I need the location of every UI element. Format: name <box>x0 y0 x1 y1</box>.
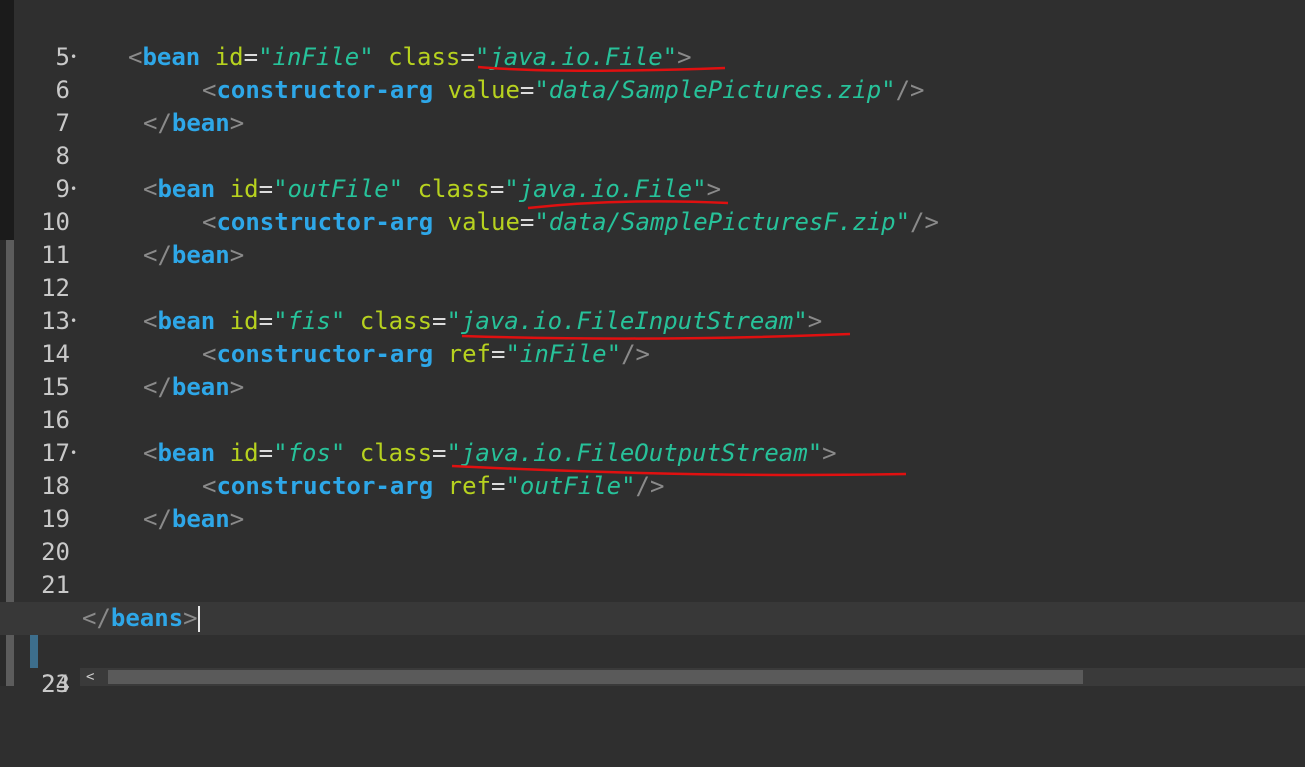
code-line: 7 <constructor-arg value="data/SamplePic… <box>0 74 1305 137</box>
code-text: </bean> <box>143 373 245 401</box>
code-text: <bean id="fis" class="java.io.FileInputS… <box>143 307 823 335</box>
code-line: 15 <constructor-arg ref="inFile"/> <box>0 338 1305 401</box>
code-text: </bean> <box>143 109 245 137</box>
horizontal-scrollbar[interactable]: < <box>80 668 1305 686</box>
fold-marker-icon[interactable]: • <box>70 41 80 74</box>
code-text: <constructor-arg value="data/SamplePictu… <box>202 76 925 104</box>
scrollbar-thumb[interactable] <box>108 670 1083 684</box>
code-line: 10 • <bean id="outFile" class="java.io.F… <box>0 173 1305 236</box>
code-line: 12 </bean> <box>0 239 1305 302</box>
fold-marker-icon[interactable]: • <box>70 173 80 206</box>
code-line: 22 <box>0 569 1305 632</box>
code-text: <constructor-arg ref="outFile"/> <box>202 472 665 500</box>
code-text: <constructor-arg ref="inFile"/> <box>202 340 650 368</box>
fold-marker-icon[interactable]: • <box>70 305 80 338</box>
code-line: 17 <box>0 404 1305 467</box>
code-line: 6 • <bean id="inFile" class="java.io.Fil… <box>0 41 1305 104</box>
code-line: 13 <box>0 272 1305 335</box>
code-line: 20 </bean> <box>0 503 1305 566</box>
code-line: 5 <box>0 8 1305 71</box>
code-line: 18 • <bean id="fos" class="java.io.FileO… <box>0 437 1305 500</box>
code-line: 11 <constructor-arg value="data/SamplePi… <box>0 206 1305 269</box>
code-line: 19 <constructor-arg ref="outFile"/> <box>0 470 1305 533</box>
code-line: 16 </bean> <box>0 371 1305 434</box>
line-number: 24 <box>41 670 70 698</box>
code-text: <bean id="outFile" class="java.io.File"> <box>143 175 722 203</box>
code-text: <bean id="fos" class="java.io.FileOutput… <box>143 439 837 467</box>
code-line: 24 <box>0 635 1305 698</box>
code-text: </bean> <box>143 241 245 269</box>
code-text: <constructor-arg value="data/SamplePictu… <box>202 208 939 236</box>
scroll-left-icon[interactable]: < <box>86 668 94 686</box>
code-line: 8 </bean> <box>0 107 1305 170</box>
code-line: 9 <box>0 140 1305 203</box>
current-code-line: 23 </beans> <box>0 602 1305 698</box>
code-line: 21 <box>0 536 1305 599</box>
code-text: <bean id="inFile" class="java.io.File"> <box>128 43 692 71</box>
code-line: 14 • <bean id="fis" class="java.io.FileI… <box>0 305 1305 368</box>
text-caret <box>197 606 200 632</box>
code-text: </bean> <box>143 505 245 533</box>
code-text: </beans> <box>82 604 200 632</box>
fold-marker-icon[interactable]: • <box>70 437 80 470</box>
